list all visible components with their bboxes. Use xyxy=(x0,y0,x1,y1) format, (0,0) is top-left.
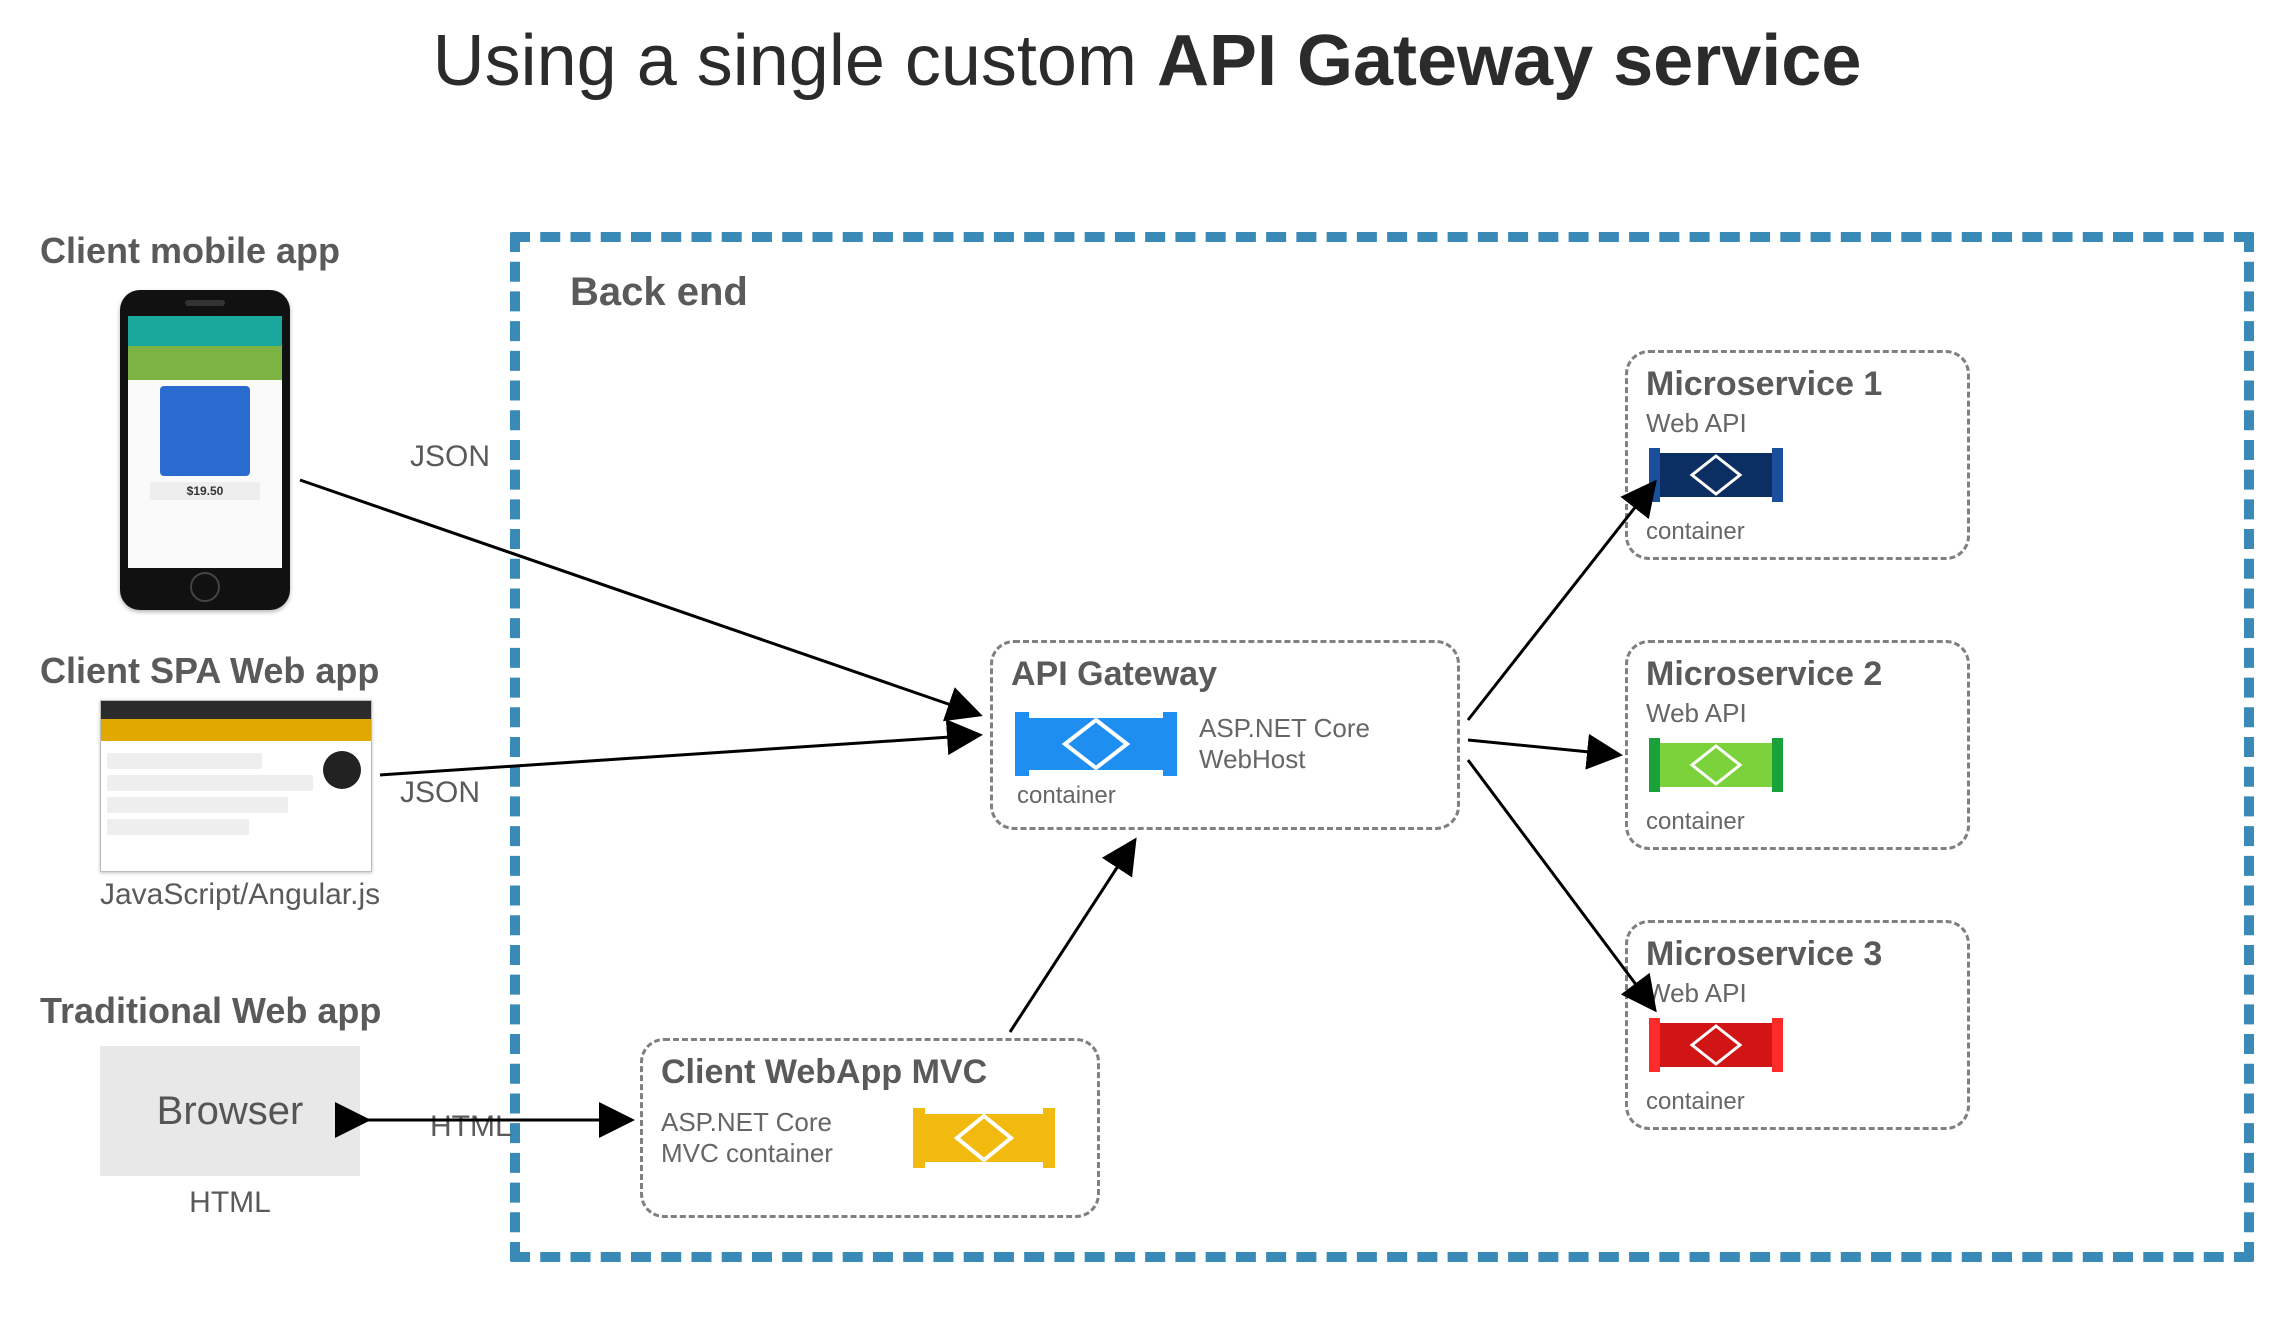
api-gateway-container-icon xyxy=(1011,698,1181,790)
backend-label: Back end xyxy=(570,270,748,315)
title-prefix: Using a single custom xyxy=(433,21,1157,101)
client-spa-mockup xyxy=(100,700,372,872)
arrow-label-mobile-json: JSON xyxy=(410,440,490,474)
microservice-1-box: Microservice 1 Web API container xyxy=(1625,350,1970,560)
arrow-label-traditional-html: HTML xyxy=(430,1110,512,1144)
microservice-2-box: Microservice 2 Web API container xyxy=(1625,640,1970,850)
microservice-3-container-icon xyxy=(1646,1009,1786,1081)
client-mobile-label: Client mobile app xyxy=(40,230,340,272)
client-mvc-container-icon xyxy=(909,1096,1059,1180)
client-traditional-browser: Browser xyxy=(100,1046,360,1176)
microservice-1-sub: Web API xyxy=(1646,408,1949,439)
microservice-1-container-icon xyxy=(1646,439,1786,511)
client-traditional-browser-text: Browser xyxy=(157,1089,304,1134)
client-spa-sub: JavaScript/Angular.js xyxy=(100,878,370,912)
api-gateway-box: API Gateway ASP.NET Core WebHost contain… xyxy=(990,640,1460,830)
microservice-3-title: Microservice 3 xyxy=(1646,935,1949,974)
microservice-3-caption: container xyxy=(1646,1088,1949,1116)
microservice-3-sub: Web API xyxy=(1646,978,1949,1009)
client-mvc-sub: ASP.NET Core MVC container xyxy=(661,1107,891,1169)
diagram-title: Using a single custom API Gateway servic… xyxy=(0,20,2294,102)
client-mobile-mockup: $19.50 xyxy=(120,290,290,610)
microservice-1-caption: container xyxy=(1646,518,1949,546)
microservice-2-container-icon xyxy=(1646,729,1786,801)
arrow-label-spa-json: JSON xyxy=(400,776,480,810)
api-gateway-caption: container xyxy=(1017,782,1439,810)
title-bold: API Gateway service xyxy=(1157,21,1861,101)
microservice-3-box: Microservice 3 Web API container xyxy=(1625,920,1970,1130)
microservice-2-caption: container xyxy=(1646,808,1949,836)
client-traditional-label: Traditional Web app xyxy=(40,990,381,1032)
microservice-1-title: Microservice 1 xyxy=(1646,365,1949,404)
client-mvc-title: Client WebApp MVC xyxy=(661,1053,1079,1092)
api-gateway-sub: ASP.NET Core WebHost xyxy=(1199,713,1399,775)
microservice-2-sub: Web API xyxy=(1646,698,1949,729)
client-spa-label: Client SPA Web app xyxy=(40,650,379,692)
client-mvc-box: Client WebApp MVC ASP.NET Core MVC conta… xyxy=(640,1038,1100,1218)
client-traditional-sub: HTML xyxy=(100,1186,360,1220)
api-gateway-title: API Gateway xyxy=(1011,655,1439,694)
client-mobile-price: $19.50 xyxy=(150,482,260,500)
microservice-2-title: Microservice 2 xyxy=(1646,655,1949,694)
